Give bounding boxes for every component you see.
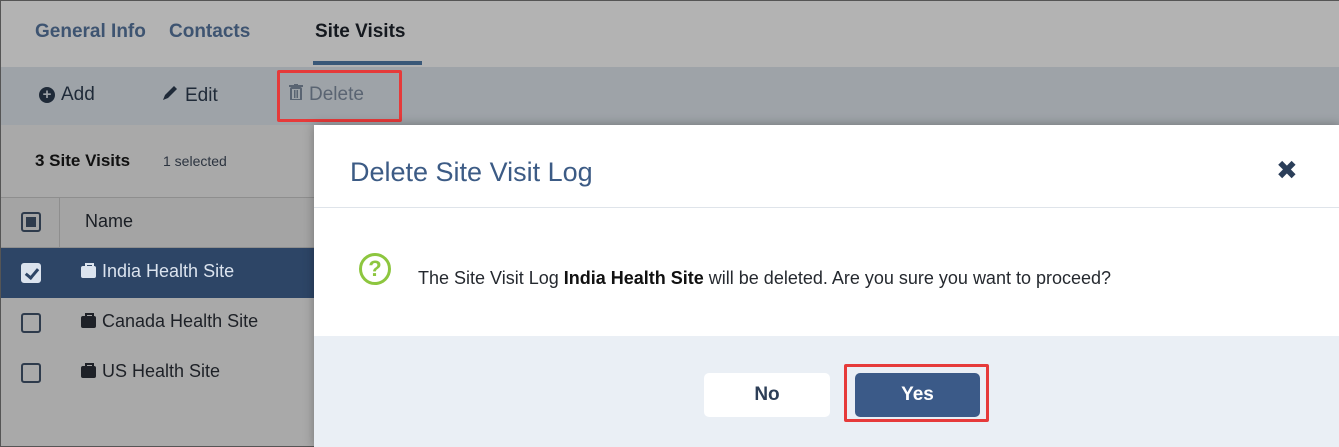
column-divider (59, 198, 60, 249)
briefcase-icon (81, 362, 96, 378)
table-header: Name (1, 197, 314, 249)
row-checkbox[interactable] (21, 263, 41, 283)
row-checkbox[interactable] (21, 313, 41, 333)
row-label: US Health Site (81, 361, 220, 382)
visit-count: 3 Site Visits (35, 151, 131, 170)
row-label: Canada Health Site (81, 311, 258, 332)
dialog-message: The Site Visit Log India Health Site wil… (418, 268, 1111, 289)
no-button[interactable]: No (704, 373, 830, 417)
question-icon: ? (359, 253, 391, 285)
dialog-title: Delete Site Visit Log (350, 157, 593, 187)
close-icon[interactable]: ✖ (1276, 155, 1298, 186)
row-text: US Health Site (102, 361, 221, 381)
table-row[interactable]: India Health Site (1, 248, 314, 298)
delete-dialog: Delete Site Visit Log ✖ ? The Site Visit… (314, 125, 1339, 447)
dialog-footer: No Yes (314, 336, 1339, 447)
briefcase-icon (81, 262, 96, 278)
column-header-name[interactable]: Name (85, 211, 133, 232)
plus-circle-icon: + (39, 87, 55, 103)
message-suffix: will be deleted. Are you sure you want t… (703, 268, 1112, 288)
yes-highlight-box (844, 364, 989, 422)
add-label: Add (61, 84, 95, 105)
edit-button[interactable]: Edit (161, 84, 218, 108)
add-button[interactable]: + Add (39, 84, 95, 106)
pencil-icon (161, 84, 179, 108)
row-text: India Health Site (102, 261, 235, 281)
toolbar: + Add Edit Delete (1, 67, 1339, 125)
delete-highlight-box (277, 70, 402, 122)
tab-bar: General Info Contacts Site Visits (1, 1, 1339, 67)
edit-label: Edit (185, 85, 218, 106)
tab-general-info[interactable]: General Info (35, 21, 146, 43)
table-row[interactable]: US Health Site (1, 348, 314, 398)
selected-count: 1 selected (163, 153, 227, 169)
list-summary: 3 Site Visits 1 selected (1, 125, 314, 197)
message-item-name: India Health Site (563, 268, 704, 288)
active-tab-indicator (313, 61, 422, 65)
tab-contacts[interactable]: Contacts (169, 21, 250, 43)
row-text: Canada Health Site (102, 311, 259, 331)
briefcase-icon (81, 312, 96, 328)
row-checkbox[interactable] (21, 363, 41, 383)
select-all-checkbox[interactable] (21, 212, 41, 232)
table-row[interactable]: Canada Health Site (1, 298, 314, 348)
row-label: India Health Site (81, 261, 234, 282)
tab-site-visits[interactable]: Site Visits (315, 21, 405, 43)
dialog-divider (314, 207, 1339, 208)
message-prefix: The Site Visit Log (418, 268, 564, 288)
